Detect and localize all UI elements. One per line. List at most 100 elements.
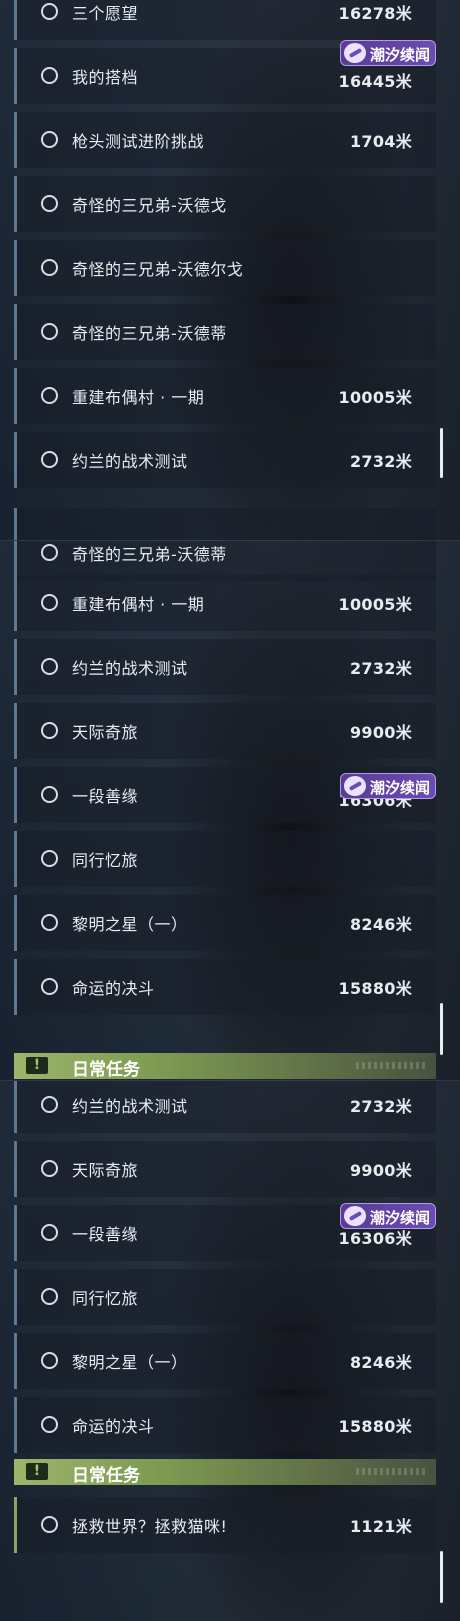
daily-tasks-label: 日常任务 [72,1060,140,1080]
task-status-circle-icon [41,722,58,739]
task-distance: 2732米 [349,452,412,471]
task-status-circle-icon [41,195,58,212]
task-distance: 9900米 [349,723,412,742]
task-row[interactable] [14,508,436,540]
daily-tasks-header[interactable]: ! 日常任务 [14,1459,436,1486]
task-name: 奇怪的三兄弟-沃德戈 [72,196,227,215]
task-name: 重建布偶村 · 一期 [72,388,205,407]
task-distance: 16445米 [338,72,412,91]
task-row[interactable]: 命运的决斗 15880米 [14,959,436,1015]
task-name: 重建布偶村 · 一期 [72,595,205,614]
task-status-circle-icon [41,3,58,20]
task-row[interactable]: 枪头测试进阶挑战 1704米 [14,112,436,168]
task-status-circle-icon [41,1416,58,1433]
task-distance: 8246米 [349,915,412,934]
task-row[interactable]: 天际奇旅 9900米 [14,703,436,759]
task-row[interactable]: 黎明之星（一） 8246米 [14,1333,436,1389]
task-distance: 10005米 [338,388,412,407]
task-list-panel-1[interactable]: 三个愿望 16278米 潮汐续闻 我的搭档 16445米 枪头测试进阶挑战 17… [0,0,460,540]
task-row[interactable]: 奇怪的三兄弟-沃德戈 [14,176,436,232]
task-row[interactable]: 同行忆旅 [14,831,436,887]
task-status-circle-icon [41,387,58,404]
task-status-circle-icon [41,1224,58,1241]
task-status-circle-icon [41,850,58,867]
alert-icon: ! [26,1463,48,1480]
task-name: 命运的决斗 [72,979,155,998]
task-status-circle-icon [41,67,58,84]
task-distance: 9900米 [349,1161,412,1180]
task-name: 奇怪的三兄弟-沃德蒂 [72,324,227,343]
task-status-circle-icon [41,978,58,995]
task-row[interactable]: 奇怪的三兄弟-沃德尔戈 [14,240,436,296]
task-name: 天际奇旅 [72,1161,139,1180]
task-distance: 16278米 [338,4,412,23]
header-decoration [356,1468,426,1475]
task-name: 约兰的战术测试 [72,1097,188,1116]
task-row[interactable]: 约兰的战术测试 2732米 [14,1081,436,1133]
task-name: 一段善缘 [72,787,139,806]
task-status-circle-icon [41,594,58,611]
task-row[interactable]: 约兰的战术测试 2732米 [14,432,436,488]
event-badge-label: 潮汐续闻 [370,1209,431,1227]
alert-icon: ! [26,1057,48,1074]
event-badge: 潮汐续闻 [340,40,436,66]
task-status-circle-icon [41,1288,58,1305]
task-row[interactable]: 天际奇旅 9900米 [14,1141,436,1197]
event-badge: 潮汐续闻 [340,1203,436,1229]
task-status-circle-icon [41,914,58,931]
task-name: 约兰的战术测试 [72,659,188,678]
task-distance: 2732米 [349,659,412,678]
task-name: 三个愿望 [72,4,139,23]
task-row[interactable]: 三个愿望 16278米 [14,0,436,40]
task-name: 我的搭档 [72,68,139,87]
task-row[interactable]: 重建布偶村 · 一期 10005米 [14,368,436,424]
scrollbar-thumb[interactable] [440,1551,443,1603]
task-status-circle-icon [41,451,58,468]
task-status-circle-icon [41,544,58,561]
task-name: 同行忆旅 [72,1289,139,1308]
task-status-circle-icon [41,1160,58,1177]
task-row[interactable]: 拯救世界？拯救猫咪! 1121米 [14,1497,436,1553]
event-badge: 潮汐续闻 [340,773,436,799]
task-distance: 1121米 [349,1517,412,1536]
task-distance: 1704米 [349,132,412,151]
task-row[interactable]: 同行忆旅 [14,1269,436,1325]
scrollbar-thumb[interactable] [440,1003,443,1055]
task-status-circle-icon [41,1516,58,1533]
task-status-circle-icon [41,131,58,148]
daily-tasks-label: 日常任务 [72,1466,140,1486]
event-emblem-icon [344,1206,366,1226]
task-status-circle-icon [41,1096,58,1113]
task-name: 黎明之星（一） [72,1353,188,1372]
task-row[interactable]: 奇怪的三兄弟-沃德蒂 [14,304,436,360]
task-list-panel-3[interactable]: 约兰的战术测试 2732米 天际奇旅 9900米 潮汐续闻 一段善缘 16306… [0,1080,460,1621]
task-name: 天际奇旅 [72,723,139,742]
task-name: 命运的决斗 [72,1417,155,1436]
task-name: 一段善缘 [72,1225,139,1244]
task-name: 黎明之星（一） [72,915,188,934]
task-distance: 10005米 [338,595,412,614]
task-row[interactable]: 黎明之星（一） 8246米 [14,895,436,951]
task-distance: 8246米 [349,1353,412,1372]
daily-tasks-header[interactable]: ! 日常任务 [14,1053,436,1080]
task-list-panel-2[interactable]: 奇怪的三兄弟-沃德蒂 重建布偶村 · 一期 10005米 约兰的战术测试 273… [0,540,460,1081]
scrollbar-thumb[interactable] [440,428,443,478]
task-status-circle-icon [41,1352,58,1369]
task-distance: 15880米 [338,979,412,998]
task-status-circle-icon [41,658,58,675]
task-row[interactable]: 重建布偶村 · 一期 10005米 [14,575,436,631]
task-name: 奇怪的三兄弟-沃德尔戈 [72,260,244,279]
task-distance: 2732米 [349,1097,412,1116]
event-emblem-icon [344,43,366,63]
task-row[interactable]: 命运的决斗 15880米 [14,1397,436,1453]
task-status-circle-icon [41,323,58,340]
event-emblem-icon [344,776,366,796]
task-distance: 15880米 [338,1417,412,1436]
task-status-circle-icon [41,259,58,276]
header-decoration [356,1062,426,1069]
task-row[interactable]: 约兰的战术测试 2732米 [14,639,436,695]
task-name: 约兰的战术测试 [72,452,188,471]
task-name: 枪头测试进阶挑战 [72,132,205,151]
event-badge-label: 潮汐续闻 [370,46,431,64]
task-name: 奇怪的三兄弟-沃德蒂 [72,545,227,564]
